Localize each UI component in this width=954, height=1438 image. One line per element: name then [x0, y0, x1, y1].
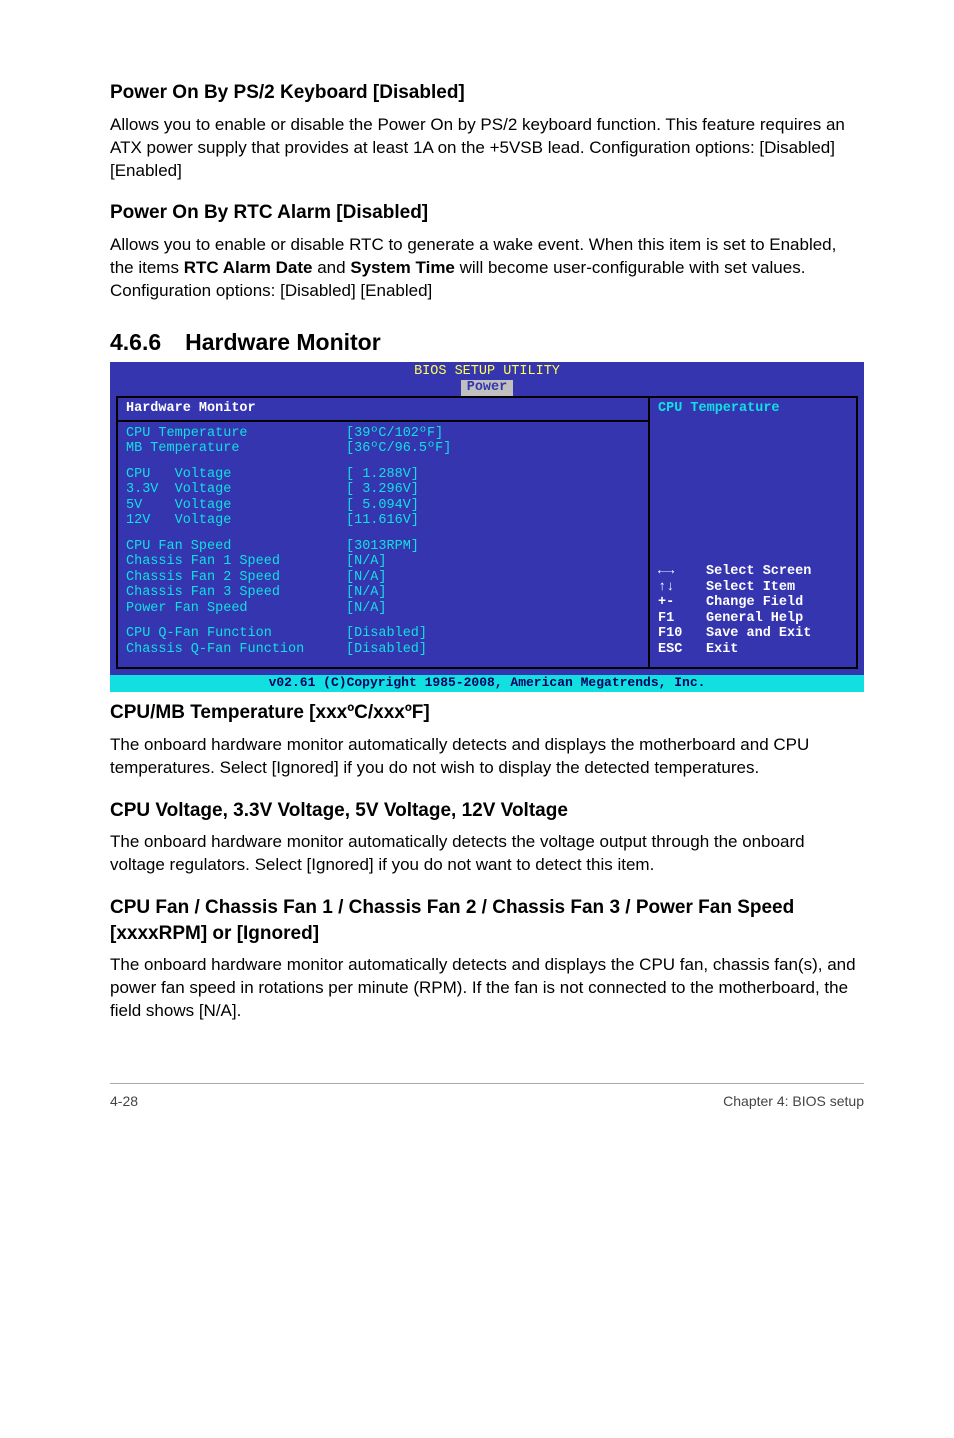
nav-key: ←→ — [658, 564, 706, 580]
heading-voltages: CPU Voltage, 3.3V Voltage, 5V Voltage, 1… — [110, 798, 864, 824]
bios-item-3v3[interactable]: 3.3V Voltage — [126, 482, 346, 498]
bios-item-chassis-fan-3[interactable]: Chassis Fan 3 Speed — [126, 585, 346, 601]
bios-item-chassis-fan-1[interactable]: Chassis Fan 1 Speed — [126, 554, 346, 570]
nav-text: Change Field — [706, 595, 803, 611]
page-number: 4-28 — [110, 1092, 138, 1111]
heading-cpu-mb-temp: CPU/MB Temperature [xxxºC/xxxºF] — [110, 700, 864, 726]
bios-value: [ 1.288V] — [346, 467, 419, 483]
heading-ps2: Power On By PS/2 Keyboard [Disabled] — [110, 80, 864, 106]
bios-value: [36ºC/96.5ºF] — [346, 441, 451, 457]
nav-text: Exit — [706, 642, 738, 658]
bios-header: BIOS SETUP UTILITY Power — [110, 362, 864, 396]
para-rtc-2: Configuration options: [Disabled] [Enabl… — [110, 280, 864, 303]
bios-value: [Disabled] — [346, 642, 427, 658]
text: will become user-configurable with set v… — [455, 258, 806, 277]
bios-panel-title: Hardware Monitor — [118, 401, 648, 422]
bios-item-chassis-fan-2[interactable]: Chassis Fan 2 Speed — [126, 570, 346, 586]
bios-item-cpu-voltage[interactable]: CPU Voltage — [126, 467, 346, 483]
para-rtc-1: Allows you to enable or disable RTC to g… — [110, 234, 864, 280]
bios-item-chassis-qfan[interactable]: Chassis Q-Fan Function — [126, 642, 346, 658]
bios-value: [N/A] — [346, 570, 387, 586]
bios-value: [N/A] — [346, 585, 387, 601]
nav-text: General Help — [706, 611, 803, 627]
bios-screenshot: BIOS SETUP UTILITY Power Hardware Monito… — [110, 362, 864, 692]
heading-fan-speed: CPU Fan / Chassis Fan 1 / Chassis Fan 2 … — [110, 895, 864, 946]
bios-value: [39ºC/102ºF] — [346, 426, 443, 442]
nav-text: Select Screen — [706, 564, 811, 580]
bios-nav-help: ←→Select Screen ↑↓Select Item +-Change F… — [658, 564, 848, 657]
section-number: 4.6.6 — [110, 327, 161, 358]
para-voltages: The onboard hardware monitor automatical… — [110, 831, 864, 877]
chapter-label: Chapter 4: BIOS setup — [723, 1092, 864, 1111]
bios-right-panel: CPU Temperature ←→Select Screen ↑↓Select… — [648, 396, 858, 669]
nav-key: +- — [658, 595, 706, 611]
bios-value: [N/A] — [346, 554, 387, 570]
heading-rtc: Power On By RTC Alarm [Disabled] — [110, 200, 864, 226]
bios-item-5v[interactable]: 5V Voltage — [126, 498, 346, 514]
page-footer: 4-28 Chapter 4: BIOS setup — [110, 1083, 864, 1111]
bios-item-power-fan[interactable]: Power Fan Speed — [126, 601, 346, 617]
nav-key: ESC — [658, 642, 706, 658]
bios-item-mb-temp[interactable]: MB Temperature — [126, 441, 346, 457]
bold-rtc-date: RTC Alarm Date — [184, 258, 313, 277]
bold-sys-time: System Time — [350, 258, 455, 277]
para-fan-speed: The onboard hardware monitor automatical… — [110, 954, 864, 1023]
bios-copyright: v02.61 (C)Copyright 1985-2008, American … — [110, 675, 864, 692]
nav-text: Save and Exit — [706, 626, 811, 642]
bios-value: [3013RPM] — [346, 539, 419, 555]
nav-text: Select Item — [706, 580, 795, 596]
text: and — [313, 258, 351, 277]
nav-key: ↑↓ — [658, 580, 706, 596]
para-cpu-mb-temp: The onboard hardware monitor automatical… — [110, 734, 864, 780]
bios-value: [N/A] — [346, 601, 387, 617]
heading-hw-monitor: 4.6.6 Hardware Monitor — [110, 327, 864, 358]
bios-item-cpu-fan[interactable]: CPU Fan Speed — [126, 539, 346, 555]
bios-item-cpu-qfan[interactable]: CPU Q-Fan Function — [126, 626, 346, 642]
section-title: Hardware Monitor — [185, 327, 381, 358]
bios-value: [Disabled] — [346, 626, 427, 642]
bios-item-12v[interactable]: 12V Voltage — [126, 513, 346, 529]
nav-key: F10 — [658, 626, 706, 642]
para-ps2: Allows you to enable or disable the Powe… — [110, 114, 864, 183]
bios-item-cpu-temp[interactable]: CPU Temperature — [126, 426, 346, 442]
bios-left-panel: Hardware Monitor CPU Temperature[39ºC/10… — [116, 396, 648, 669]
nav-key: F1 — [658, 611, 706, 627]
bios-value: [ 3.296V] — [346, 482, 419, 498]
bios-help-text: CPU Temperature — [658, 401, 848, 417]
bios-value: [11.616V] — [346, 513, 419, 529]
bios-tab-power[interactable]: Power — [461, 380, 514, 396]
bios-value: [ 5.094V] — [346, 498, 419, 514]
bios-title-text: BIOS SETUP UTILITY — [110, 362, 864, 380]
